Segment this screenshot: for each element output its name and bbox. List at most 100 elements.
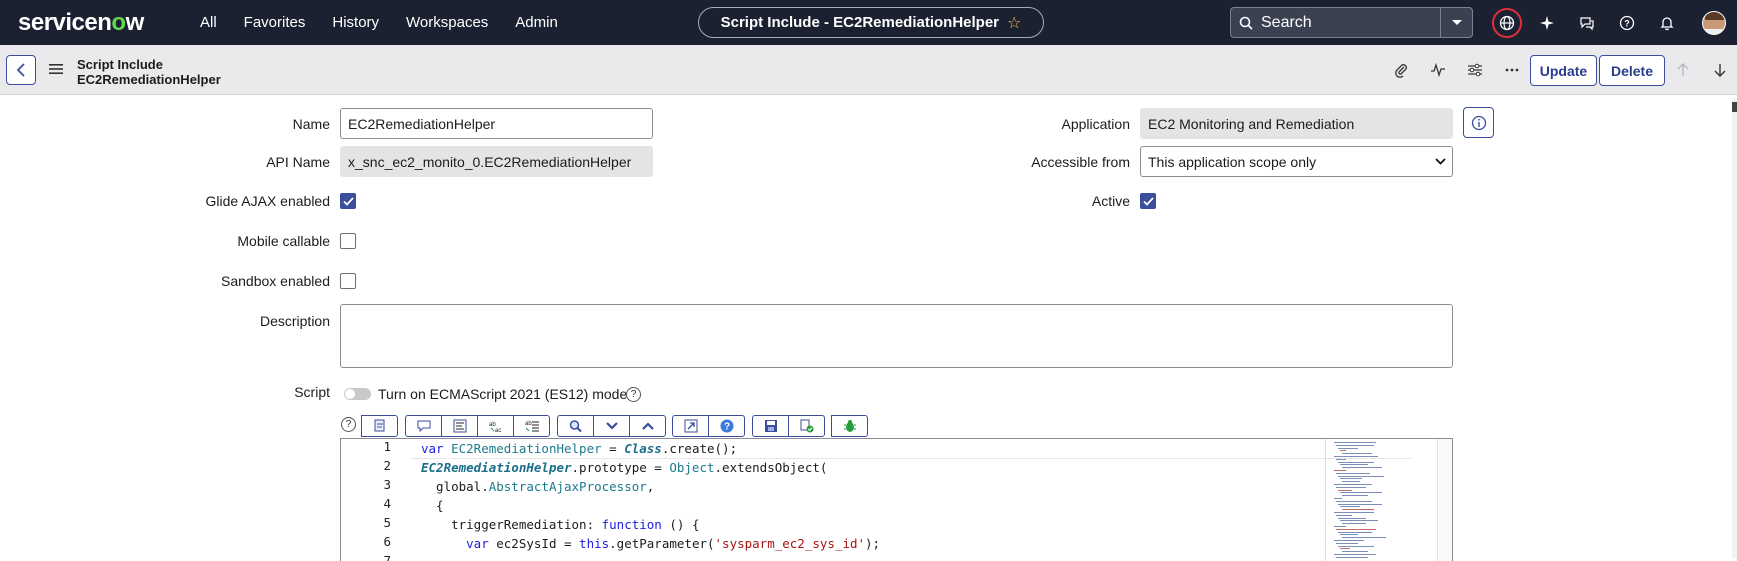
editor-help-icon[interactable]: ?	[341, 417, 356, 432]
minimap-line	[1338, 545, 1374, 547]
previous-icon[interactable]	[629, 415, 666, 437]
glide-ajax-label: Glide AJAX enabled	[205, 193, 330, 209]
record-name: EC2RemediationHelper	[77, 72, 221, 87]
replace-icon[interactable]: ab ac	[477, 415, 514, 437]
minimap-line	[1338, 489, 1352, 491]
mobile-callable-checkbox[interactable]	[340, 233, 356, 249]
settings-sliders-icon[interactable]	[1464, 59, 1486, 81]
minimap-line	[1340, 520, 1378, 522]
save-icon[interactable]	[752, 415, 789, 437]
header-action-icons	[1390, 59, 1523, 81]
code-line: var EC2RemediationHelper = Class.create(…	[421, 441, 738, 456]
minimap-line	[1336, 556, 1368, 558]
sparkle-icon[interactable]	[1532, 8, 1562, 38]
minimap-line	[1338, 447, 1358, 449]
accessible-from-select[interactable]: This application scope only	[1140, 146, 1453, 177]
application-label: Application	[1061, 116, 1131, 132]
attachment-icon[interactable]	[1390, 59, 1412, 81]
code-line: {	[421, 498, 444, 513]
checkmark-icon	[1142, 196, 1154, 206]
search-icon	[1231, 16, 1261, 30]
minimap-line	[1334, 456, 1378, 457]
application-info-button[interactable]	[1463, 107, 1494, 138]
minimap-line	[1340, 534, 1358, 536]
editor-scrollbar[interactable]	[1437, 439, 1452, 561]
favorite-star-icon[interactable]: ☆	[1007, 13, 1021, 33]
minimap-line	[1342, 523, 1366, 525]
minimap-line	[1334, 512, 1374, 513]
help-icon[interactable]: ?	[1612, 8, 1642, 38]
minimap-line	[1342, 551, 1368, 553]
info-icon	[1471, 115, 1486, 130]
menu-favorites[interactable]: Favorites	[244, 14, 306, 31]
minimap-line	[1342, 467, 1382, 469]
description-label: Description	[259, 313, 330, 329]
minimap-line	[1340, 548, 1350, 550]
line-number: 7	[383, 553, 391, 561]
line-number-gutter: 1 2 3 4 5 6 7	[341, 439, 401, 561]
name-input[interactable]: EC2RemediationHelper	[340, 108, 653, 139]
es12-help-icon[interactable]: ?	[626, 387, 641, 402]
comment-icon[interactable]	[405, 415, 442, 437]
delete-button[interactable]: Delete	[1599, 55, 1665, 86]
editor-toolbar-group-2: ab ac ab	[405, 415, 550, 437]
main-menu: All Favorites History Workspaces Admin	[200, 0, 558, 45]
minimap-line	[1340, 478, 1362, 480]
hamburger-menu-icon[interactable]	[49, 62, 63, 80]
glide-ajax-checkbox[interactable]	[340, 193, 356, 209]
minimap-line	[1336, 514, 1352, 516]
menu-admin[interactable]: Admin	[515, 14, 558, 31]
code-minimap[interactable]	[1325, 439, 1435, 561]
minimap-line	[1334, 540, 1364, 541]
sandbox-enabled-checkbox[interactable]	[340, 273, 356, 289]
servicenow-logo[interactable]: servicenow	[18, 9, 144, 37]
record-type: Script Include	[77, 57, 163, 72]
minimap-line	[1334, 554, 1376, 555]
svg-text:?: ?	[723, 422, 729, 433]
page-scrollbar[interactable]	[1732, 98, 1737, 558]
back-button[interactable]	[6, 55, 36, 85]
chevron-down-icon	[1451, 19, 1462, 25]
script-code-editor[interactable]: 1 2 3 4 5 6 7 var EC2RemediationHelper =…	[340, 438, 1453, 561]
notifications-bell-icon[interactable]	[1652, 8, 1682, 38]
debug-icon[interactable]	[831, 415, 868, 437]
menu-all[interactable]: All	[200, 14, 217, 31]
record-title-pill[interactable]: Script Include - EC2RemediationHelper ☆	[698, 7, 1044, 38]
globe-icon[interactable]	[1492, 8, 1522, 38]
chat-icon[interactable]	[1572, 8, 1602, 38]
minimap-line	[1336, 528, 1376, 530]
search-icon[interactable]	[557, 415, 594, 437]
replace-all-icon[interactable]: ab	[513, 415, 550, 437]
format-icon[interactable]	[441, 415, 478, 437]
form-header: Script Include EC2RemediationHelper Upda…	[0, 45, 1737, 95]
minimap-line	[1334, 498, 1342, 499]
update-button[interactable]: Update	[1530, 55, 1597, 86]
user-avatar[interactable]	[1702, 11, 1726, 35]
menu-history[interactable]: History	[332, 14, 379, 31]
minimap-line	[1340, 492, 1382, 494]
previous-record-arrow-icon[interactable]	[1674, 61, 1692, 79]
code-line: global.AbstractAjaxProcessor,	[421, 479, 655, 494]
search-scope-dropdown[interactable]	[1440, 8, 1472, 37]
menu-workspaces[interactable]: Workspaces	[406, 14, 488, 31]
chevron-left-icon	[16, 63, 25, 77]
es12-mode-toggle[interactable]	[344, 388, 371, 400]
fullscreen-icon[interactable]	[672, 415, 709, 437]
more-options-icon[interactable]	[1501, 59, 1523, 81]
name-label: Name	[292, 116, 330, 132]
minimap-line	[1338, 531, 1372, 533]
form-title: Script Include EC2RemediationHelper	[77, 57, 221, 87]
search-input[interactable]: Search	[1261, 14, 1440, 32]
minimap-line	[1336, 542, 1358, 544]
next-icon[interactable]	[593, 415, 630, 437]
code-line: var ec2SysId = this.getParameter('syspar…	[466, 536, 881, 551]
global-search[interactable]: Search	[1230, 7, 1473, 38]
check-syntax-icon[interactable]	[788, 415, 825, 437]
active-checkbox[interactable]	[1140, 193, 1156, 209]
activity-icon[interactable]	[1427, 59, 1449, 81]
next-record-arrow-icon[interactable]	[1711, 61, 1729, 79]
help-icon[interactable]: ?	[708, 415, 745, 437]
application-field: EC2 Monitoring and Remediation	[1140, 108, 1453, 139]
description-textarea[interactable]	[340, 304, 1453, 368]
toggle-syntax-icon[interactable]	[361, 415, 398, 437]
